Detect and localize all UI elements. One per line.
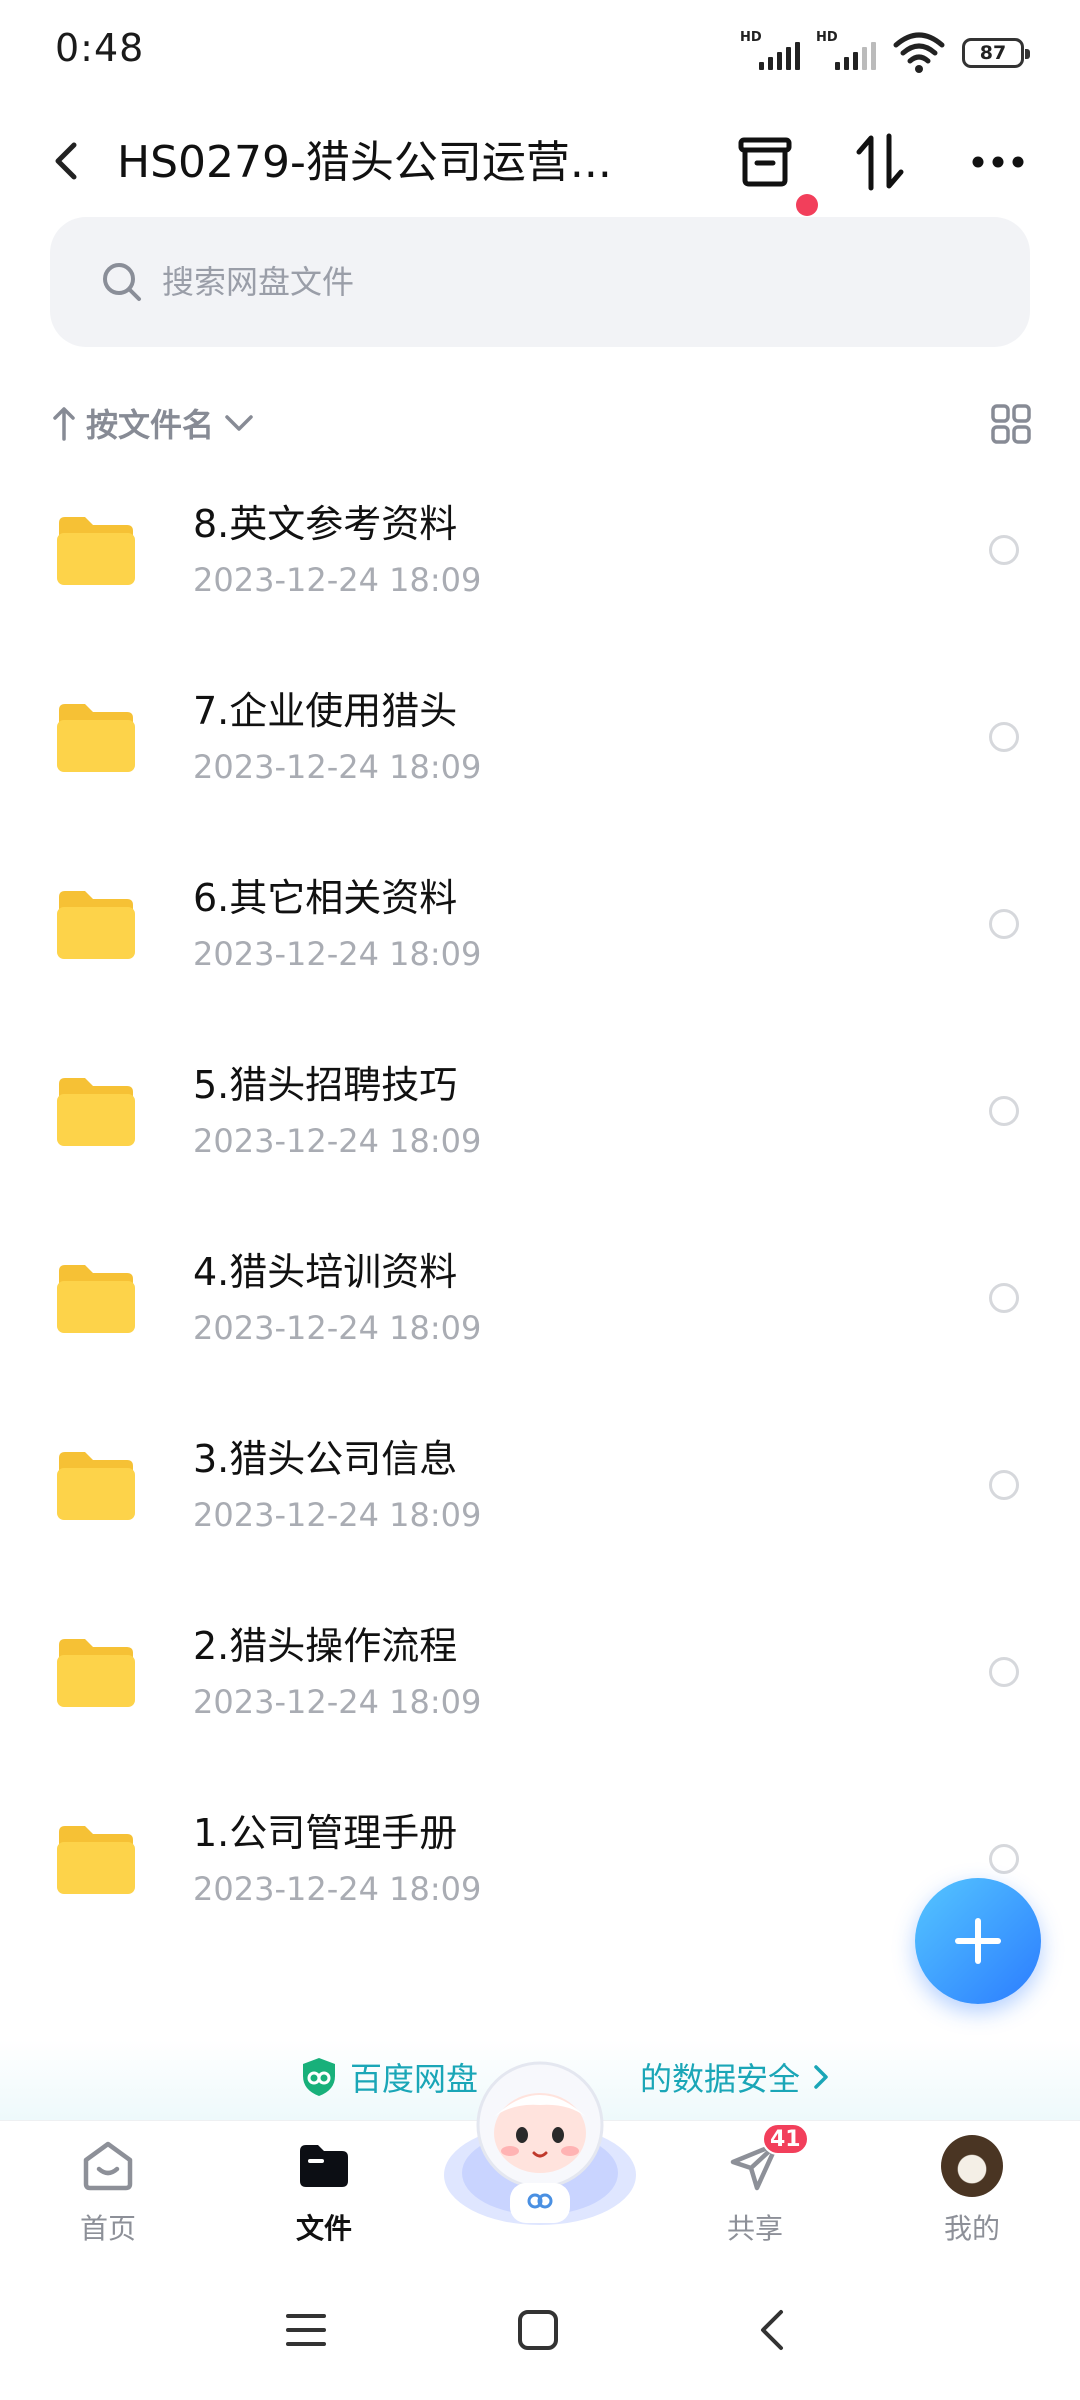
back-button[interactable]: [38, 126, 92, 196]
file-date: 2023-12-24 18:09: [193, 1870, 482, 1908]
status-time: 0:48: [55, 26, 145, 70]
shield-icon: [303, 2058, 335, 2096]
folder-icon: [57, 1078, 135, 1146]
file-name: 7.企业使用猎头: [193, 689, 458, 733]
file-name: 5.猎头招聘技巧: [193, 1063, 458, 1107]
sort-label: 按文件名: [86, 406, 215, 444]
share-badge: 41: [762, 2123, 809, 2155]
system-nav-bar: [0, 2260, 1080, 2400]
chevron-down-icon: [225, 415, 253, 431]
home-icon: [83, 2141, 133, 2191]
tab-home[interactable]: 首页: [38, 2135, 178, 2255]
banner-text-right: 的数据安全: [640, 2060, 801, 2098]
folder-icon: [57, 517, 135, 585]
file-date: 2023-12-24 18:09: [193, 748, 482, 786]
list-item[interactable]: 6.其它相关资料 2023-12-24 18:09: [0, 839, 1080, 1026]
wifi-icon: [893, 32, 945, 73]
recent-apps-button[interactable]: [276, 2302, 336, 2358]
square-icon: [518, 2310, 558, 2350]
file-name: 8.英文参考资料: [193, 502, 458, 546]
recycle-bin-button[interactable]: [725, 122, 805, 202]
transfer-icon: [856, 133, 904, 191]
folder-icon: [57, 1639, 135, 1707]
status-icons: HD HD 87: [740, 30, 1030, 76]
header: HS0279-猎头公司运营...: [0, 104, 1080, 234]
menu-icon: [286, 2314, 326, 2346]
system-back-button[interactable]: [742, 2302, 802, 2358]
file-list: 8.英文参考资料 2023-12-24 18:09 7.企业使用猎头 2023-…: [0, 465, 1080, 1961]
file-name: 3.猎头公司信息: [193, 1437, 458, 1481]
file-date: 2023-12-24 18:09: [193, 1122, 482, 1160]
notification-dot: [796, 194, 818, 216]
folder-icon: [57, 1826, 135, 1894]
file-name: 2.猎头操作流程: [193, 1624, 458, 1668]
file-date: 2023-12-24 18:09: [193, 1309, 482, 1347]
folder-icon: [57, 891, 135, 959]
tab-me[interactable]: 我的: [902, 2135, 1042, 2255]
battery-level: 87: [979, 42, 1007, 64]
tab-me-label: 我的: [943, 2212, 1000, 2245]
select-checkbox[interactable]: [989, 909, 1019, 939]
transfer-button[interactable]: [840, 122, 920, 202]
list-item[interactable]: 8.英文参考资料 2023-12-24 18:09: [0, 465, 1080, 652]
list-item[interactable]: 4.猎头培训资料 2023-12-24 18:09: [0, 1213, 1080, 1400]
file-name: 6.其它相关资料: [193, 876, 458, 920]
arrow-up-icon: [53, 407, 75, 441]
list-item[interactable]: 5.猎头招聘技巧 2023-12-24 18:09: [0, 1026, 1080, 1213]
tab-share-label: 共享: [726, 2212, 783, 2245]
search-icon: [103, 263, 141, 301]
file-date: 2023-12-24 18:09: [193, 1683, 482, 1721]
search-input[interactable]: [160, 262, 964, 302]
battery-icon: 87: [962, 38, 1030, 68]
avatar: [941, 2135, 1003, 2197]
folder-icon: [300, 2145, 348, 2187]
file-date: 2023-12-24 18:09: [193, 1496, 482, 1534]
signal-icon: HD: [740, 30, 800, 76]
file-name: 4.猎头培训资料: [193, 1250, 458, 1294]
file-name: 1.公司管理手册: [193, 1811, 458, 1855]
select-checkbox[interactable]: [989, 1283, 1019, 1313]
file-date: 2023-12-24 18:09: [193, 561, 482, 599]
mascot-assistant-icon[interactable]: [438, 2055, 642, 2235]
more-button[interactable]: [958, 122, 1038, 202]
page-title: HS0279-猎头公司运营...: [117, 137, 612, 188]
list-item[interactable]: 2.猎头操作流程 2023-12-24 18:09: [0, 1587, 1080, 1774]
select-checkbox[interactable]: [989, 1844, 1019, 1874]
add-button[interactable]: [915, 1878, 1041, 2004]
list-item[interactable]: 7.企业使用猎头 2023-12-24 18:09: [0, 652, 1080, 839]
file-date: 2023-12-24 18:09: [193, 935, 482, 973]
plus-icon: [955, 1918, 1001, 1964]
list-item[interactable]: 3.猎头公司信息 2023-12-24 18:09: [0, 1400, 1080, 1587]
tab-share[interactable]: 41 共享: [685, 2123, 825, 2255]
more-icon: [972, 156, 1024, 168]
sort-button[interactable]: 按文件名: [52, 395, 254, 451]
back-icon: [761, 2310, 783, 2350]
back-icon: [55, 142, 77, 180]
status-bar: 0:48 HD HD 87: [0, 0, 1080, 104]
select-checkbox[interactable]: [989, 1470, 1019, 1500]
select-checkbox[interactable]: [989, 535, 1019, 565]
chevron-right-icon: [814, 2065, 828, 2089]
recycle-bin-icon: [738, 137, 792, 187]
grid-view-icon[interactable]: [990, 403, 1032, 445]
select-checkbox[interactable]: [989, 1657, 1019, 1687]
system-home-button[interactable]: [508, 2302, 568, 2358]
search-bar[interactable]: [50, 217, 1030, 347]
tab-home-label: 首页: [79, 2212, 136, 2245]
signal-icon: HD: [816, 30, 876, 76]
folder-icon: [57, 704, 135, 772]
select-checkbox[interactable]: [989, 1096, 1019, 1126]
sort-row: 按文件名: [52, 395, 1032, 451]
folder-icon: [57, 1452, 135, 1520]
select-checkbox[interactable]: [989, 722, 1019, 752]
tab-files[interactable]: 文件: [254, 2135, 394, 2255]
tab-files-label: 文件: [295, 2212, 352, 2245]
folder-icon: [57, 1265, 135, 1333]
